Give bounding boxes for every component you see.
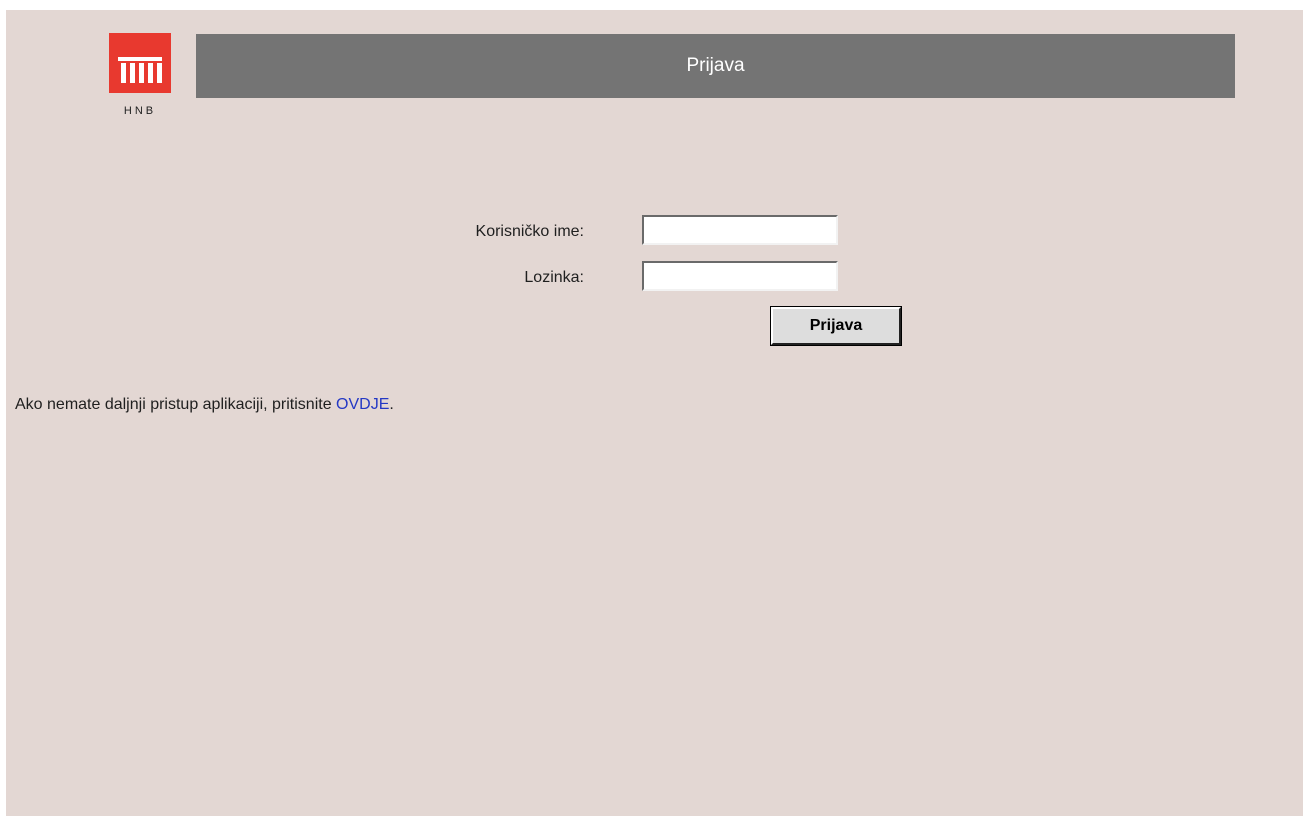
page-title: Prijava bbox=[196, 34, 1235, 98]
logo-text: HNB bbox=[123, 105, 157, 117]
access-notice: Ako nemate daljnji pristup aplikaciji, p… bbox=[15, 396, 394, 414]
logo-emblem bbox=[109, 33, 171, 93]
notice-suffix: . bbox=[389, 396, 394, 413]
username-input[interactable] bbox=[642, 215, 838, 245]
hnb-logo: HNB bbox=[109, 33, 171, 123]
notice-text: Ako nemate daljnji pristup aplikaciji, p… bbox=[15, 396, 337, 413]
username-label: Korisničko ime: bbox=[475, 223, 584, 240]
login-button[interactable]: Prijava bbox=[771, 307, 901, 345]
password-label: Lozinka: bbox=[524, 269, 584, 286]
page: HNB Prijava Korisničko ime: Lozinka: Pri… bbox=[6, 10, 1303, 816]
here-link[interactable]: OVDJE bbox=[336, 396, 389, 413]
username-row: Korisničko ime: bbox=[6, 215, 1303, 249]
columns-icon bbox=[118, 57, 162, 83]
password-input[interactable] bbox=[642, 261, 838, 291]
password-row: Lozinka: bbox=[6, 261, 1303, 295]
